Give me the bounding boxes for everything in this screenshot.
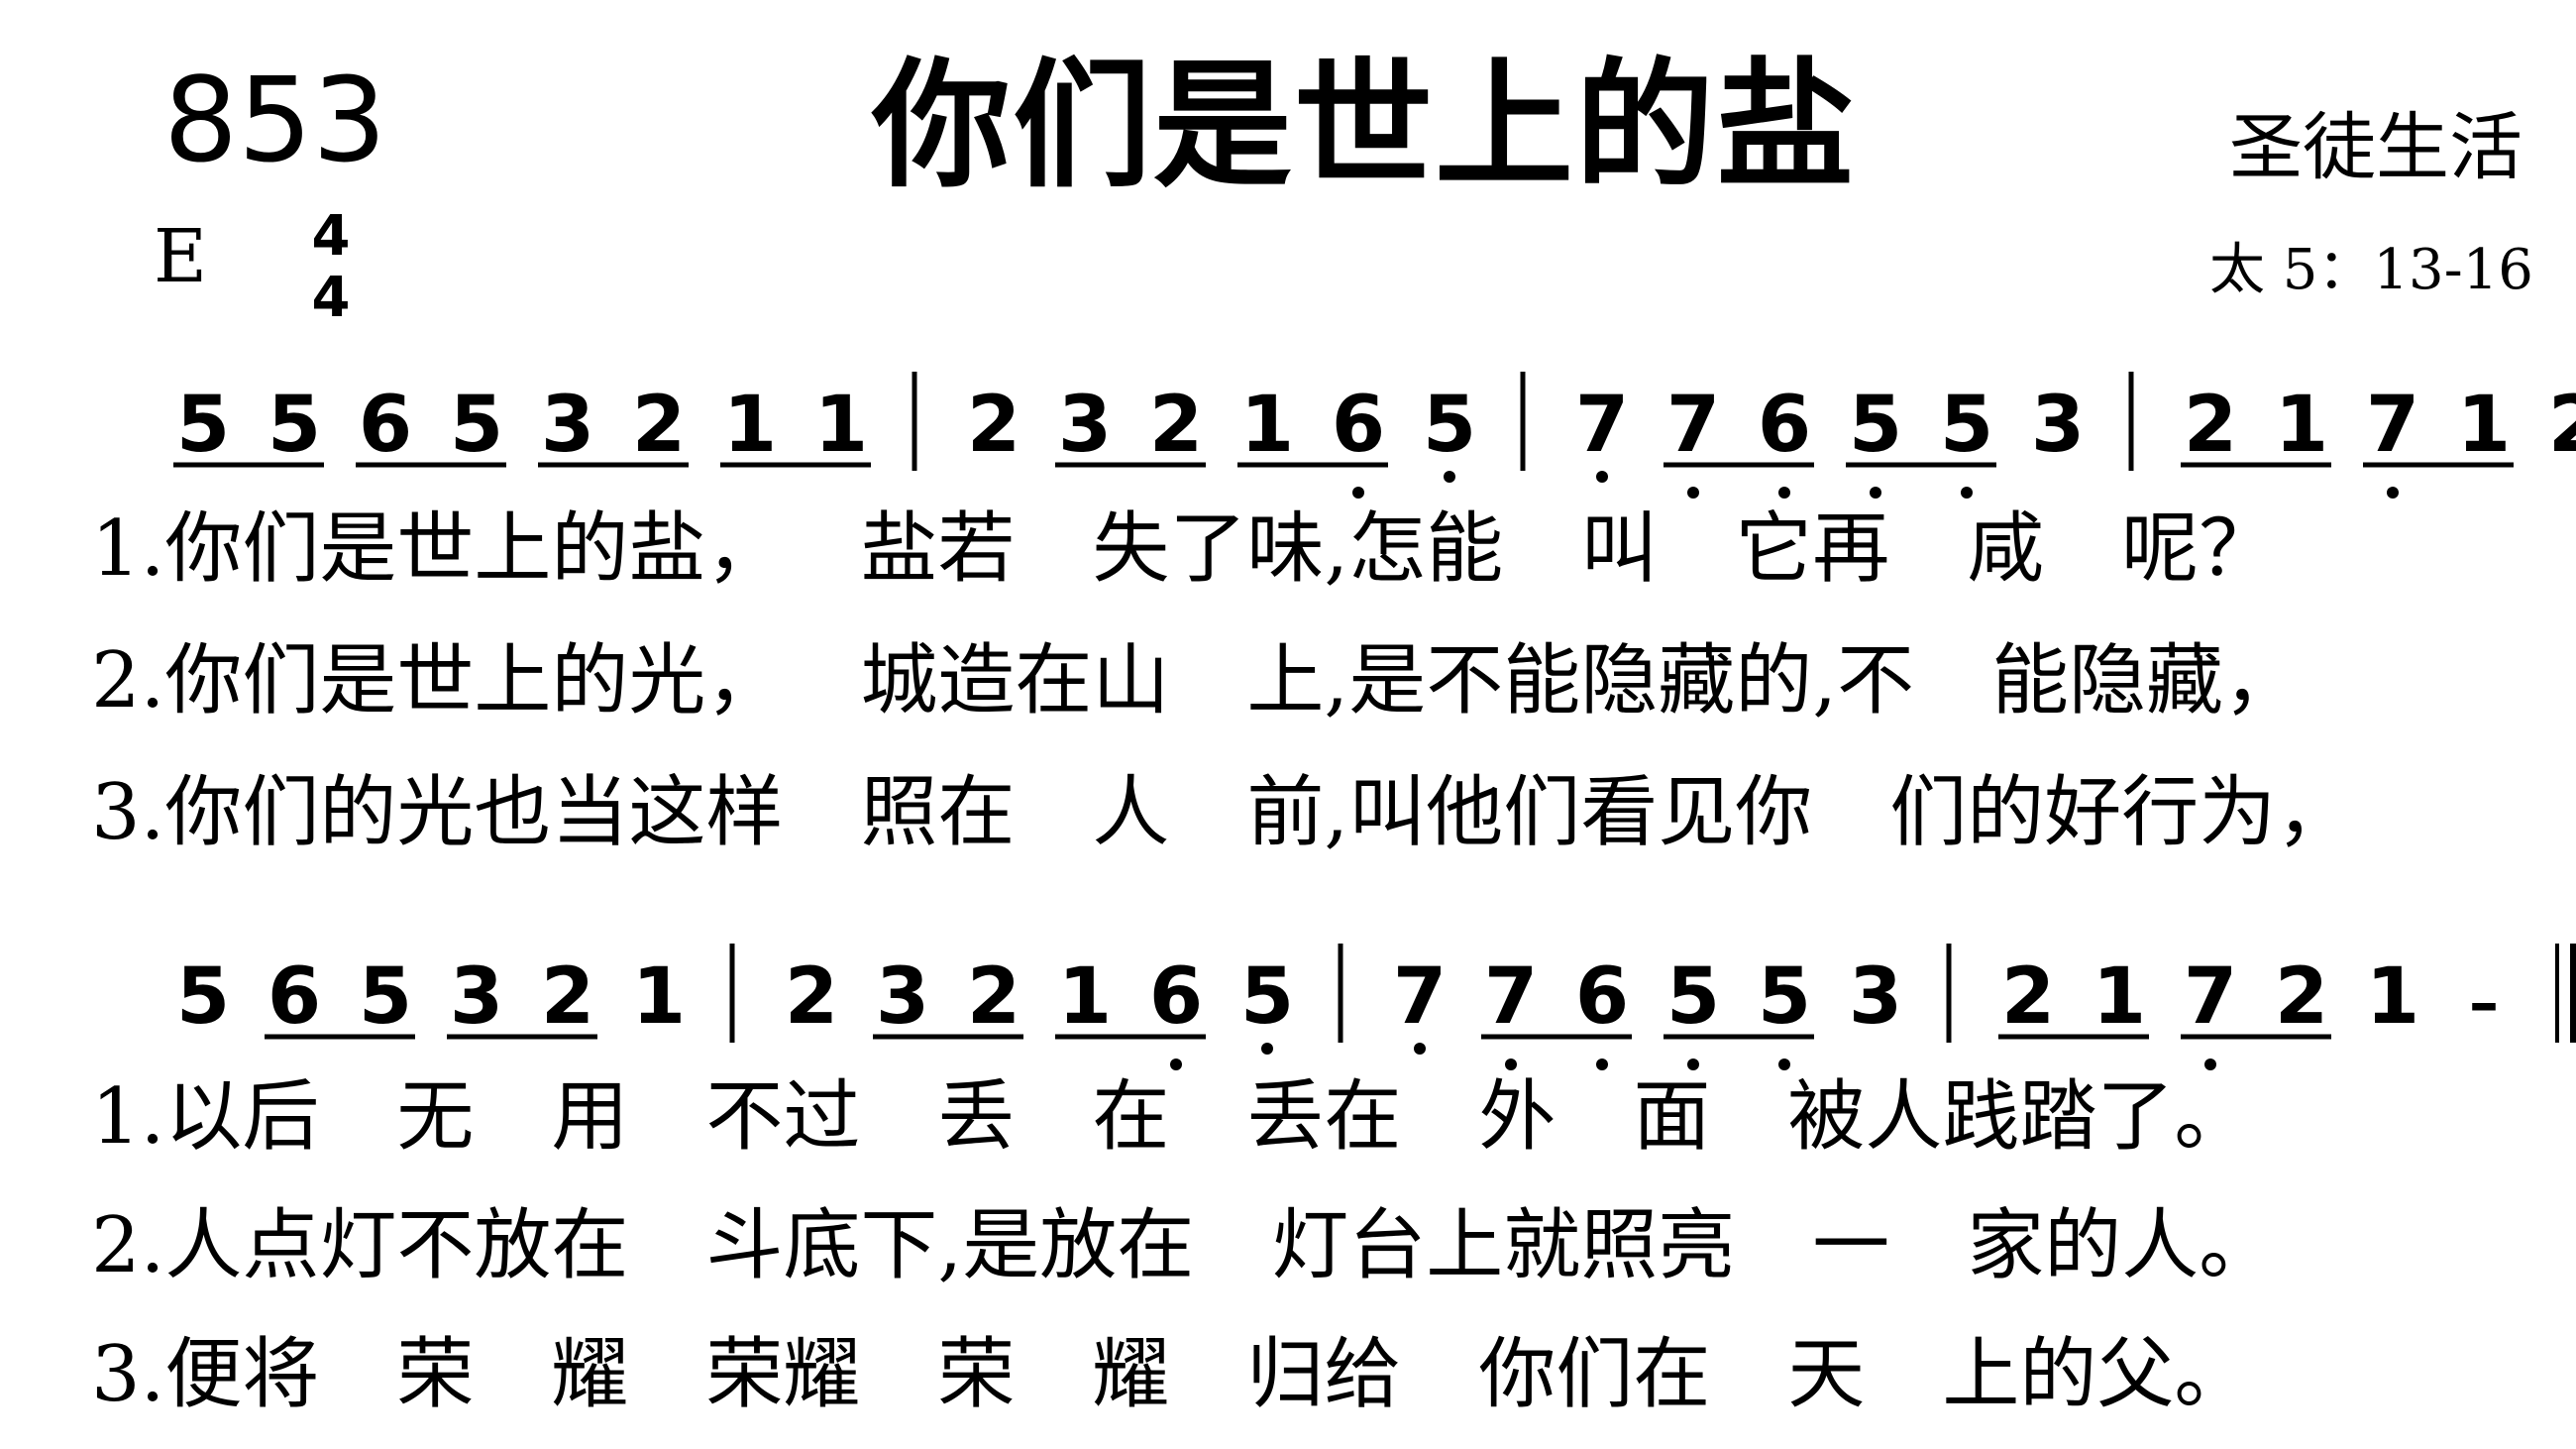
- note-digit: 1: [2093, 952, 2146, 1042]
- low-octave-dot: [2387, 487, 2399, 499]
- low-octave-dot: [1414, 1043, 1426, 1055]
- lyric-text: 人点灯不放在 斗底下,是放在 灯台上就照亮 一 家的人。: [164, 1201, 2277, 1290]
- note-digit: 3: [876, 952, 929, 1042]
- note-digit: 2: [2001, 952, 2055, 1042]
- note-digit: 1: [632, 952, 686, 1042]
- lyric-line: 2.人点灯不放在 斗底下,是放在 灯台上就照亮 一 家的人。: [91, 1207, 2276, 1284]
- note-digit: 5: [1758, 952, 1811, 1042]
- note-digit: 5: [1849, 381, 1902, 470]
- low-octave-dot: [1596, 1059, 1608, 1070]
- note-digit: 1: [723, 381, 777, 470]
- note-digit: 7: [1666, 381, 1720, 470]
- low-octave-dot: [1778, 1059, 1790, 1070]
- verse-number: 3.: [91, 1330, 165, 1419]
- low-octave-dot: [1687, 487, 1699, 499]
- lyric-line: 2.你们是世上的光， 城造在山 上,是不能隐藏的,不 能隐藏，: [91, 642, 2301, 720]
- note-digit: 5: [268, 381, 321, 470]
- note-digit: 5: [359, 952, 412, 1042]
- lyric-line: 1.你们是世上的盐， 盐若 失了味,怎能 叫 它再 咸 呢？: [91, 510, 2276, 588]
- verse-number: 2.: [91, 636, 165, 725]
- note-digit: 5: [176, 952, 230, 1042]
- low-octave-dot: [1444, 471, 1455, 483]
- note-digit: 6: [1149, 952, 1203, 1042]
- note-digit: 7: [1393, 952, 1447, 1042]
- lyric-text: 以后 无 用 不过 丢 在 丢在 外 面 被人践踏了。: [164, 1072, 2252, 1162]
- note-digit: 1: [1240, 381, 1294, 470]
- note-digit: 3: [541, 381, 594, 470]
- low-octave-dot: [1505, 1059, 1517, 1070]
- lyric-text: 便将 荣 耀 荣耀 荣 耀 归给 你们在 天 上的父。: [164, 1330, 2252, 1419]
- note-digit: 5: [1240, 952, 1294, 1042]
- note-digit: 2: [632, 381, 686, 470]
- note-digit: 7: [1484, 952, 1538, 1042]
- lyric-text: 你们是世上的盐， 盐若 失了味,怎能 叫 它再 咸 呢？: [164, 504, 2277, 594]
- note-digit: 7: [2366, 381, 2419, 470]
- note-digit: 2: [541, 952, 594, 1042]
- note-digit: 6: [1758, 381, 1811, 470]
- lyric-text: 你们是世上的光， 城造在山 上,是不能隐藏的,不 能隐藏，: [164, 636, 2302, 725]
- verse-number: 3.: [91, 768, 165, 857]
- note-digit: 3: [1849, 952, 1902, 1042]
- low-octave-dot: [1170, 1059, 1182, 1070]
- lyric-line: 3.便将 荣 耀 荣耀 荣 耀 归给 你们在 天 上的父。: [91, 1336, 2251, 1413]
- note-digit: 2: [967, 381, 1020, 470]
- lyric-line: 3.你们的光也当这样 照在 人 前,叫他们看见你 们的好行为，: [91, 774, 2353, 851]
- note-digit: 2: [785, 952, 838, 1042]
- note-digit: 7: [2184, 952, 2237, 1042]
- note-digit: 3: [1058, 381, 1112, 470]
- low-octave-dot: [1596, 471, 1608, 483]
- low-octave-dot: [1687, 1059, 1699, 1070]
- note-digit: 1: [814, 381, 868, 470]
- note-digit: 2: [2275, 952, 2328, 1042]
- note-digit: 6: [1332, 381, 1385, 470]
- verse-number: 2.: [91, 1201, 165, 1290]
- note-digit: 5: [1423, 381, 1476, 470]
- verse-number: 1.: [91, 1072, 165, 1162]
- note-digit: 5: [450, 381, 503, 470]
- note-digit: 5: [1666, 952, 1720, 1042]
- note-digit: 3: [2031, 381, 2085, 470]
- low-octave-dot: [1778, 487, 1790, 499]
- note-digit: 5: [176, 381, 230, 470]
- note-digit: 3: [450, 952, 503, 1042]
- note-digit: 1: [2275, 381, 2328, 470]
- low-octave-dot: [1870, 487, 1881, 499]
- note-digit: 6: [1575, 952, 1629, 1042]
- lyric-line: 1.以后 无 用 不过 丢 在 丢在 外 面 被人践踏了。: [91, 1078, 2251, 1156]
- note-digit: 1: [2457, 381, 2511, 470]
- note-digit: 2: [2184, 381, 2237, 470]
- system-2: 5 6 5 3 2 1 2 3 2 1 6 5 7 7 6 5 5 3 2 1 7 2 1–: [176, 944, 2576, 1070]
- system-1: 5565321123216577655321712–: [173, 372, 2576, 499]
- sustain-dash: –: [2469, 968, 2499, 1038]
- note-digit: 2: [967, 952, 1020, 1042]
- low-octave-dot: [2204, 1059, 2216, 1070]
- note-digit: 1: [1058, 952, 1112, 1042]
- note-digit: 2: [1149, 381, 1203, 470]
- note-digit: 6: [359, 381, 412, 470]
- low-octave-dot: [1261, 1043, 1273, 1055]
- low-octave-dot: [1352, 487, 1364, 499]
- note-digit: 6: [268, 952, 321, 1042]
- lyric-text: 你们的光也当这样 照在 人 前,叫他们看见你 们的好行为，: [164, 768, 2354, 857]
- note-digit: 5: [1940, 381, 1993, 470]
- verse-number: 1.: [91, 504, 165, 594]
- low-octave-dot: [1961, 487, 1973, 499]
- note-digit: 1: [2366, 952, 2419, 1042]
- note-digit: 7: [1575, 381, 1629, 470]
- note-digit: 2: [2548, 381, 2576, 470]
